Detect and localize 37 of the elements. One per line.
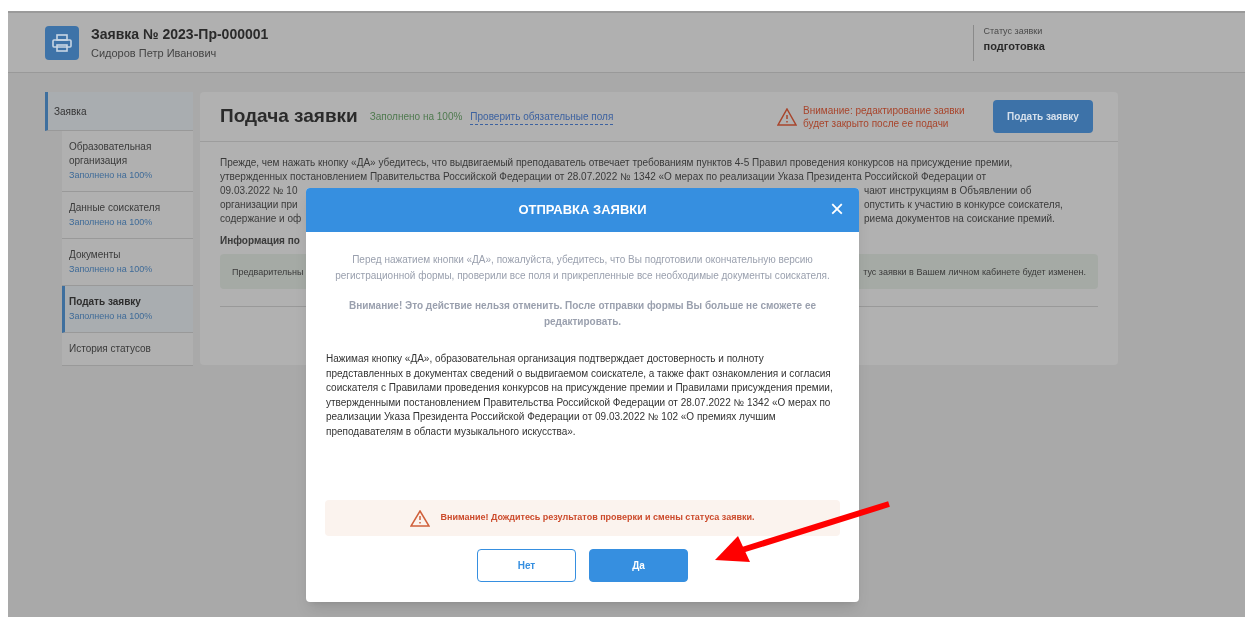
intro-text-fragment: риема документов на соискание премий. bbox=[864, 212, 1056, 226]
confirm-button[interactable]: Да bbox=[589, 549, 688, 582]
intro-text-line: Прежде, чем нажать кнопку «ДА» убедитесь, что выдвигаемый преподаватель отвечает требованиям пунктов 4-5 Правил проведения конкурсов на присуждение премии, bbox=[220, 156, 1014, 170]
sidebar-item[interactable]: Образовательная организация Заполнено на 100% bbox=[62, 131, 193, 192]
intro-text-fragment: содержание и оф bbox=[220, 212, 302, 226]
dialog-title: ОТПРАВКА ЗАЯВКИ bbox=[518, 201, 647, 220]
printer-icon bbox=[45, 25, 79, 60]
warning-icon bbox=[777, 107, 797, 126]
sidebar-item[interactable]: Документы Заполнено на 100% bbox=[62, 239, 193, 286]
status-value: подготовка bbox=[983, 39, 1045, 54]
intro-text-fragment: чают инструкциям в Объявлении об bbox=[864, 184, 1033, 198]
check-fields-link[interactable]: Проверить обязательные поля bbox=[470, 108, 614, 125]
dialog-caution: Внимание! Это действие нельзя отменить. После отправки формы Вы больше не сможете ее редактировать. bbox=[347, 299, 818, 329]
sidebar-item[interactable]: Данные соискателя Заполнено на 100% bbox=[62, 192, 193, 239]
dialog-notice: Перед нажатием кнопки «ДА», пожалуйста, убедитесь, что Вы подготовили окончательную версию регистрационной формы, проверили все поля и прикрепленные все необходимые документы соискателя. bbox=[334, 253, 831, 283]
close-button[interactable]: × bbox=[823, 194, 851, 224]
dialog-body-text: Нажимая кнопку «ДА», образовательная организация подтверждает достоверность и полноту представленных в документах сведений о выдвигаемом соискателе, а также факт ознакомления и согласия соискателя с Правилами проведения конкурсов на присуждение премии и Правилами присуждения премии, утвержденными постановлением Правительства Российской Федерации от 28.07.2022 № 1342 «О мерах по реализации Указа Президента Российской Федерации от 09.03.2022 № 102 «О премиях лучшим преподавателям в области музыкального искусства». bbox=[326, 352, 834, 439]
alert-text: Внимание! Дождитесь результатов проверки и смены статуса заявки. bbox=[440, 511, 755, 525]
warning-icon bbox=[410, 509, 431, 527]
completion-note: Заполнено на 100% bbox=[369, 110, 463, 124]
info-heading: Информация по bbox=[220, 234, 300, 248]
page-title: Подача заявки bbox=[220, 104, 358, 129]
intro-text-fragment: опустить к участию в конкурсе соискателя, bbox=[864, 198, 1064, 212]
cancel-button[interactable]: Нет bbox=[477, 549, 576, 582]
applicant-name: Сидоров Петр Иванович bbox=[91, 45, 218, 61]
sidebar-item[interactable]: Подать заявку Заполнено на 100% bbox=[62, 286, 193, 333]
intro-text-fragment: 09.03.2022 № 10 bbox=[220, 184, 298, 198]
sidebar-item[interactable]: История статусов bbox=[62, 333, 193, 366]
edit-warning: Внимание: редактирование заявки будет закрыто после ее подачи bbox=[803, 103, 966, 130]
info-text-fragment: тус заявки в Вашем личном кабинете будет изменен. bbox=[863, 265, 1086, 279]
intro-text-fragment: организации при bbox=[220, 198, 298, 212]
request-title: Заявка № 2023-Пр-000001 bbox=[91, 24, 269, 44]
status-label: Статус заявки bbox=[983, 24, 1044, 38]
submit-button[interactable]: Подать заявку bbox=[993, 100, 1093, 133]
intro-text-line: утвержденных постановлением Правительства Российской Федерации от 28.07.2022 № 1342 «О мерах по реализации Указа Президента Российской Федерации от bbox=[220, 170, 987, 184]
info-text-fragment: Предварительны bbox=[232, 265, 304, 279]
sidebar-section[interactable]: Заявка bbox=[45, 92, 193, 131]
